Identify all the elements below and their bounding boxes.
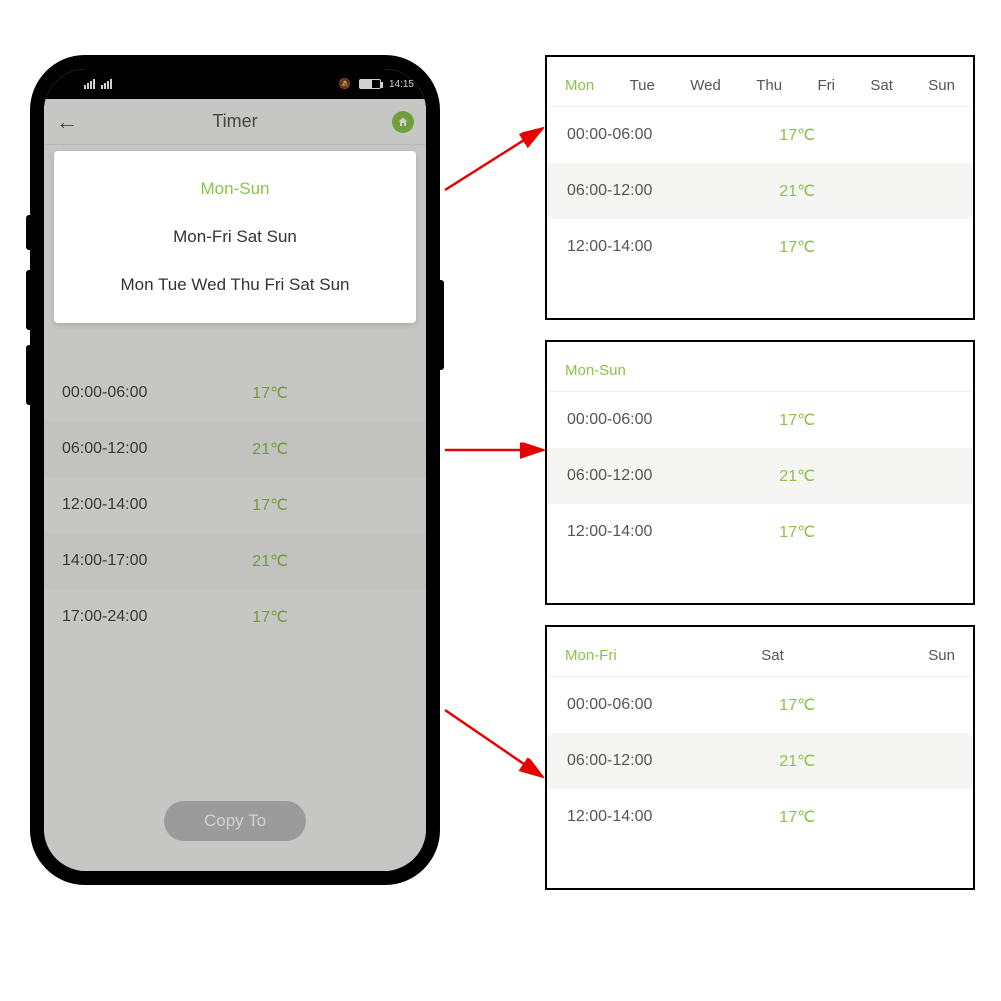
panel-temp: 17℃ [779, 807, 815, 827]
panel-row[interactable]: 12:00-14:00 17℃ [547, 219, 973, 275]
mute-icon: 🔕 [339, 79, 351, 90]
phone-mute-switch [26, 215, 30, 250]
panel-row[interactable]: 12:00-14:00 17℃ [547, 789, 973, 845]
schedule-temp: 21℃ [252, 439, 288, 459]
callout-panel-all-days: Mon Tue Wed Thu Fri Sat Sun 00:00-06:00 … [545, 55, 975, 320]
panel-time: 06:00-12:00 [567, 182, 779, 200]
popup-option-monfri-sat-sun[interactable]: Mon-Fri Sat Sun [54, 213, 416, 261]
day-tab-mon-sun[interactable]: Mon-Sun [565, 362, 626, 379]
day-mode-popup: Mon-Sun Mon-Fri Sat Sun Mon Tue Wed Thu … [54, 151, 416, 323]
day-tab-sun[interactable]: Sun [928, 77, 955, 94]
schedule-time: 00:00-06:00 [62, 384, 252, 402]
day-tab-sun[interactable]: Sun [928, 647, 955, 664]
schedule-list: 00:00-06:00 17℃ 06:00-12:00 21℃ 12:00-14… [44, 365, 426, 645]
panel-time: 12:00-14:00 [567, 808, 779, 826]
copy-to-button[interactable]: Copy To [164, 801, 306, 841]
day-tab-mon-fri[interactable]: Mon-Fri [565, 647, 617, 664]
panel-row[interactable]: 00:00-06:00 17℃ [547, 392, 973, 448]
arrow-icon [440, 700, 550, 790]
day-tab-thu[interactable]: Thu [756, 77, 782, 94]
schedule-row[interactable]: 14:00-17:00 21℃ [44, 533, 426, 589]
popup-option-all-days[interactable]: Mon Tue Wed Thu Fri Sat Sun [54, 261, 416, 309]
panel-row[interactable]: 06:00-12:00 21℃ [547, 448, 973, 504]
home-icon[interactable] [392, 111, 414, 133]
schedule-time: 12:00-14:00 [62, 496, 252, 514]
panel-temp: 21℃ [779, 751, 815, 771]
panel-row[interactable]: 06:00-12:00 21℃ [547, 733, 973, 789]
schedule-time: 17:00-24:00 [62, 608, 252, 626]
phone-power-button [440, 280, 444, 370]
panel-row[interactable]: 06:00-12:00 21℃ [547, 163, 973, 219]
app-header: ← Timer [44, 99, 426, 145]
callout-panel-monfri-sat-sun: Mon-Fri Sat Sun 00:00-06:00 17℃ 06:00-12… [545, 625, 975, 890]
panel-time: 12:00-14:00 [567, 523, 779, 541]
schedule-time: 06:00-12:00 [62, 440, 252, 458]
battery-icon [359, 79, 381, 89]
page-title: Timer [212, 111, 257, 132]
arrow-icon [440, 120, 550, 200]
schedule-row[interactable]: 00:00-06:00 17℃ [44, 365, 426, 421]
day-tab-sat[interactable]: Sat [761, 647, 784, 664]
schedule-row[interactable]: 17:00-24:00 17℃ [44, 589, 426, 645]
house-icon [397, 116, 409, 128]
phone-volume-down [26, 345, 30, 405]
day-tabs: Mon-Fri Sat Sun [547, 627, 973, 677]
schedule-temp: 17℃ [252, 383, 288, 403]
back-icon[interactable]: ← [56, 109, 78, 135]
status-signal [84, 79, 112, 89]
panel-temp: 17℃ [779, 522, 815, 542]
panel-temp: 21℃ [779, 181, 815, 201]
panel-temp: 17℃ [779, 695, 815, 715]
schedule-temp: 21℃ [252, 551, 288, 571]
panel-row[interactable]: 00:00-06:00 17℃ [547, 107, 973, 163]
phone-notch [135, 69, 335, 99]
signal-bars-icon [101, 79, 112, 89]
panel-temp: 17℃ [779, 125, 815, 145]
day-tabs: Mon-Sun [547, 342, 973, 392]
phone-volume-up [26, 270, 30, 330]
signal-bars-icon [84, 79, 95, 89]
panel-row[interactable]: 12:00-14:00 17℃ [547, 504, 973, 560]
day-tabs: Mon Tue Wed Thu Fri Sat Sun [547, 57, 973, 107]
day-tab-fri[interactable]: Fri [817, 77, 835, 94]
day-tab-wed[interactable]: Wed [690, 77, 721, 94]
phone-mockup: 🔕 14:15 ← Timer 00:00-06:00 [30, 55, 440, 885]
schedule-temp: 17℃ [252, 607, 288, 627]
schedule-row[interactable]: 06:00-12:00 21℃ [44, 421, 426, 477]
panel-time: 00:00-06:00 [567, 411, 779, 429]
schedule-time: 14:00-17:00 [62, 552, 252, 570]
arrow-icon [440, 420, 550, 480]
schedule-row[interactable]: 12:00-14:00 17℃ [44, 477, 426, 533]
popup-option-mon-sun[interactable]: Mon-Sun [54, 165, 416, 213]
panel-temp: 17℃ [779, 237, 815, 257]
status-time: 14:15 [389, 79, 414, 90]
panel-time: 00:00-06:00 [567, 126, 779, 144]
panel-time: 12:00-14:00 [567, 238, 779, 256]
day-tab-sat[interactable]: Sat [870, 77, 893, 94]
schedule-temp: 17℃ [252, 495, 288, 515]
day-tab-tue[interactable]: Tue [630, 77, 655, 94]
panel-temp: 17℃ [779, 410, 815, 430]
panel-temp: 21℃ [779, 466, 815, 486]
panel-time: 06:00-12:00 [567, 752, 779, 770]
day-tab-mon[interactable]: Mon [565, 77, 594, 94]
callout-panel-mon-sun: Mon-Sun 00:00-06:00 17℃ 06:00-12:00 21℃ … [545, 340, 975, 605]
panel-row[interactable]: 00:00-06:00 17℃ [547, 677, 973, 733]
panel-time: 00:00-06:00 [567, 696, 779, 714]
panel-time: 06:00-12:00 [567, 467, 779, 485]
